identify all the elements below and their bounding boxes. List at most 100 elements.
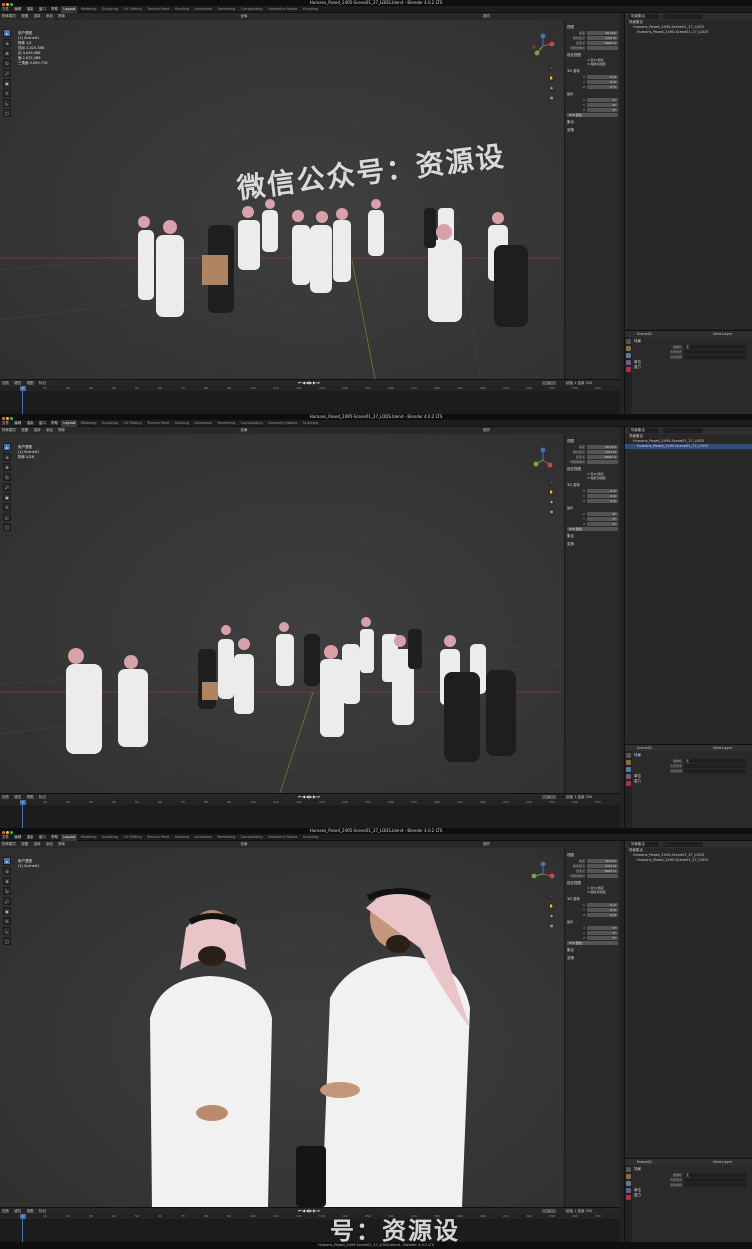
navigation-gizmo[interactable]: [530, 33, 556, 59]
tab-layout[interactable]: Layout: [61, 834, 78, 841]
object-menu[interactable]: 物体: [56, 13, 67, 20]
tab-texture-paint[interactable]: Texture Paint: [145, 6, 172, 13]
pan-icon[interactable]: ✋: [548, 903, 555, 910]
scale-tool[interactable]: ⤢: [3, 483, 11, 491]
tab-sculpting[interactable]: Sculpting: [100, 834, 120, 841]
annotate-tool[interactable]: ✎: [3, 89, 11, 97]
tab-geometry-nodes[interactable]: Geometry Nodes: [266, 6, 300, 13]
gravity-section-header[interactable]: 重力: [634, 365, 752, 370]
tab-rendering[interactable]: Rendering: [215, 420, 237, 427]
menu-render[interactable]: 渲染: [25, 420, 36, 427]
clip-start-field[interactable]: 0.01 m: [587, 450, 618, 454]
people-group-2[interactable]: [66, 617, 516, 762]
tab-geometry-nodes[interactable]: Geometry Nodes: [266, 420, 300, 427]
tab-sculpting[interactable]: Sculpting: [100, 6, 120, 13]
camera-icon[interactable]: ◉: [548, 913, 555, 920]
camera-to-view-checkbox[interactable]: 相机到视图: [567, 62, 618, 66]
3d-viewport[interactable]: 物体模式 视图 选择 添加 物体 全局 选项: [0, 13, 620, 379]
rot-x-field[interactable]: 0°: [587, 98, 618, 102]
navigation-gizmo[interactable]: [530, 861, 556, 887]
tab-modeling[interactable]: Modeling: [79, 6, 99, 13]
background-scene-field[interactable]: [684, 764, 746, 768]
menu-edit[interactable]: 编辑: [12, 6, 23, 13]
local-camera-field[interactable]: [587, 460, 618, 464]
render-tab-icon[interactable]: [626, 346, 631, 351]
object-mode-dropdown[interactable]: 物体模式: [0, 13, 18, 20]
select-box-tool[interactable]: ▸: [3, 443, 11, 451]
menu-render[interactable]: 渲染: [25, 6, 36, 13]
tab-animation[interactable]: Animation: [192, 834, 214, 841]
select-menu[interactable]: 选择: [32, 13, 43, 20]
zoom-icon[interactable]: ⌕: [548, 479, 555, 486]
current-frame-field[interactable]: 1: [542, 795, 556, 799]
cursor-y-field[interactable]: 0 m: [587, 494, 618, 498]
tab-shading[interactable]: Shading: [173, 420, 191, 427]
tool-tab-icon[interactable]: [626, 339, 631, 344]
background-scene-field[interactable]: [684, 1178, 746, 1182]
pan-icon[interactable]: ✋: [548, 489, 555, 496]
transform-orientation[interactable]: 全局: [238, 13, 249, 20]
add-menu[interactable]: 添加: [44, 13, 55, 20]
tab-uv-editing[interactable]: UV Editing: [121, 6, 143, 13]
section-transform-header[interactable]: 变换: [567, 956, 618, 961]
menu-file[interactable]: 文件: [0, 834, 11, 841]
camera-icon[interactable]: ◉: [548, 85, 555, 92]
transform-tool[interactable]: ▣: [3, 79, 11, 87]
local-camera-field[interactable]: [587, 46, 618, 50]
add-cube-tool[interactable]: ▢: [3, 523, 11, 531]
render-tab-icon[interactable]: [626, 760, 631, 765]
tool-tab-icon[interactable]: [626, 753, 631, 758]
world-tab-icon[interactable]: [626, 367, 631, 372]
view-menu[interactable]: 视图: [19, 13, 30, 20]
scale-tool[interactable]: ⤢: [3, 897, 11, 905]
tab-rendering[interactable]: Rendering: [215, 6, 237, 13]
select-box-tool[interactable]: ▸: [3, 857, 11, 865]
rotate-tool[interactable]: ↻: [3, 59, 11, 67]
camera-field[interactable]: 无: [684, 345, 746, 349]
tab-layout[interactable]: Layout: [61, 6, 78, 13]
transform-tool[interactable]: ▣: [3, 493, 11, 501]
tab-modeling[interactable]: Modeling: [79, 834, 99, 841]
outliner-row-object[interactable]: Humans_Posed_2495-Scene01_27_LOD3: [625, 444, 752, 449]
select-menu[interactable]: 选择: [32, 427, 43, 434]
zoom-icon[interactable]: ⌕: [548, 65, 555, 72]
gravity-section-header[interactable]: 重力: [634, 779, 752, 784]
rot-z-field[interactable]: 0°: [587, 522, 618, 526]
section-transform-header[interactable]: 变换: [567, 542, 618, 547]
tab-texture-paint[interactable]: Texture Paint: [145, 834, 172, 841]
clip-end-field[interactable]: 1000 m: [587, 41, 618, 45]
scene-section-header[interactable]: 场景: [634, 753, 752, 758]
view-layer-selector[interactable]: View Layer: [713, 1159, 732, 1165]
menu-help[interactable]: 帮助: [49, 420, 60, 427]
tab-animation[interactable]: Animation: [192, 420, 214, 427]
tab-shading[interactable]: Shading: [173, 834, 191, 841]
menu-file[interactable]: 文件: [0, 6, 11, 13]
cursor-y-field[interactable]: 0 m: [587, 80, 618, 84]
closeup-people[interactable]: [150, 888, 470, 1207]
view-menu[interactable]: 视图: [19, 427, 30, 434]
focal-length-field[interactable]: 50 mm: [587, 445, 618, 449]
tab-texture-paint[interactable]: Texture Paint: [145, 420, 172, 427]
output-tab-icon[interactable]: [626, 767, 631, 772]
rotation-mode-dropdown[interactable]: XYZ 欧拉: [567, 941, 618, 945]
section-transform-header[interactable]: 变换: [567, 128, 618, 133]
focal-length-field[interactable]: 50 mm: [587, 31, 618, 35]
current-frame-field[interactable]: 1: [542, 381, 556, 385]
view-menu[interactable]: 视图: [19, 841, 30, 848]
scene-selector[interactable]: Scene01: [637, 1159, 652, 1165]
tab-rendering[interactable]: Rendering: [215, 834, 237, 841]
cursor-x-field[interactable]: 0 m: [587, 489, 618, 493]
timeline-track-area[interactable]: [0, 805, 620, 828]
scene-selector[interactable]: Scene01: [637, 331, 652, 337]
outliner-search-input[interactable]: ⌕: [663, 428, 703, 433]
clip-start-field[interactable]: 0.01 m: [587, 36, 618, 40]
tab-layout[interactable]: Layout: [61, 420, 78, 427]
tab-uv-editing[interactable]: UV Editing: [121, 834, 143, 841]
tab-sculpting[interactable]: Sculpting: [100, 420, 120, 427]
section-view-header[interactable]: 视图: [567, 439, 618, 444]
outliner-search-input[interactable]: ⌕: [663, 14, 703, 19]
menu-edit[interactable]: 编辑: [12, 834, 23, 841]
3d-viewport[interactable]: 物体模式 视图 选择 添加 物体 全局 选项: [0, 841, 620, 1207]
tool-tab-icon[interactable]: [626, 1167, 631, 1172]
cursor-x-field[interactable]: 0 m: [587, 75, 618, 79]
